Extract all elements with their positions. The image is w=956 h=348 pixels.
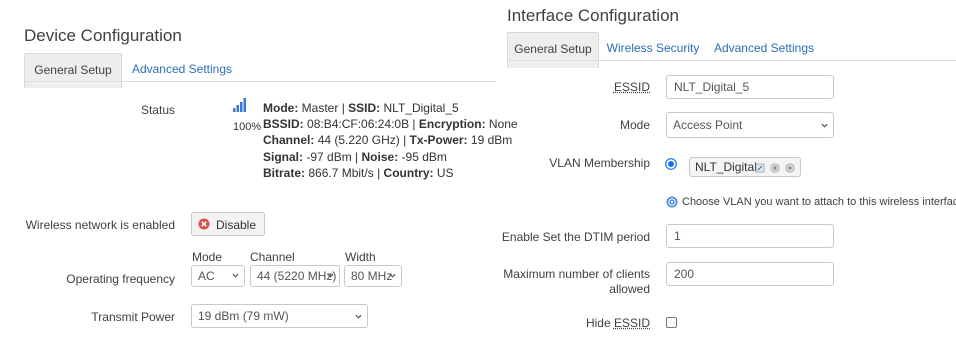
signal-value: -97 dBm bbox=[306, 149, 352, 164]
signal-percent: 100% bbox=[233, 121, 262, 133]
country-value: US bbox=[436, 165, 454, 180]
status-line-channel: Channel: 44 (5.220 GHz) | Tx-Power: 19 d… bbox=[263, 133, 513, 148]
hide-essid-label: Hide ESSID bbox=[520, 316, 650, 330]
max-clients-label: Maximum number of clients allowed bbox=[500, 267, 650, 297]
freq-mode-select[interactable]: AC bbox=[191, 265, 245, 287]
wireless-enabled-label: Wireless network is enabled bbox=[25, 218, 175, 232]
txpower-key: Tx-Power: bbox=[409, 133, 468, 148]
txpower-value: 19 dBm bbox=[470, 133, 513, 148]
max-clients-input[interactable]: 200 bbox=[666, 262, 834, 286]
status-line-bssid: BSSID: 08:B4:CF:06:24:0B | Encryption: N… bbox=[263, 117, 518, 132]
vlan-tag-label: NLT_Digital bbox=[695, 160, 757, 174]
country-key: Country: bbox=[383, 165, 434, 180]
interface-config-title: Interface Configuration bbox=[507, 6, 679, 25]
tab-general-setup[interactable]: General Setup bbox=[24, 53, 122, 88]
ssid-key: SSID: bbox=[348, 101, 381, 115]
transmit-power-select[interactable]: 19 dBm (79 mW) bbox=[191, 304, 368, 328]
max-clients-label-line2: allowed bbox=[609, 282, 650, 296]
dtim-label: Enable Set the DTIM period bbox=[501, 230, 650, 244]
mode-key: Mode: bbox=[263, 101, 299, 115]
status-line-mode: Mode: Master | SSID: NLT_Digital_5 bbox=[263, 101, 459, 115]
network-icon bbox=[755, 162, 765, 173]
bssid-value: 08:B4:CF:06:24:0B bbox=[307, 117, 410, 132]
freq-mode-label: Mode bbox=[192, 250, 223, 264]
tab-general-setup[interactable]: General Setup bbox=[507, 32, 599, 68]
freq-channel-select[interactable]: 44 (5220 MHz) bbox=[250, 265, 340, 287]
dtim-input[interactable]: 1 bbox=[666, 224, 834, 248]
essid-input[interactable]: NLT_Digital_5 bbox=[666, 75, 834, 99]
freq-mode-value: AC bbox=[198, 269, 215, 283]
encryption-value: None bbox=[488, 117, 518, 132]
tab-wireless-security[interactable]: Wireless Security bbox=[605, 32, 701, 67]
disable-icon bbox=[198, 218, 210, 230]
mode-value: Master bbox=[301, 101, 339, 115]
ssid-value: NLT_Digital_5 bbox=[383, 101, 459, 115]
hide-essid-label-text: Hide ESSID bbox=[585, 316, 650, 330]
noise-key: Noise: bbox=[361, 149, 399, 164]
status-details: Mode: Master | SSID: NLT_Digital_5 BSSID… bbox=[263, 100, 518, 181]
vlan-label: VLAN Membership bbox=[549, 156, 650, 170]
chevron-down-icon bbox=[821, 123, 828, 128]
freq-channel-label: Channel bbox=[250, 250, 295, 264]
vlan-tag[interactable]: NLT_Digital bbox=[689, 157, 801, 177]
transmit-power-value: 19 dBm (79 mW) bbox=[198, 309, 289, 323]
freq-width-value: 80 MHz bbox=[351, 269, 393, 283]
vlan-hint: Choose VLAN you want to attach to this w… bbox=[682, 196, 956, 208]
freq-width-label: Width bbox=[345, 250, 376, 264]
encryption-key: Encryption: bbox=[418, 117, 486, 132]
wifi-icon bbox=[770, 162, 780, 173]
wifi-icon bbox=[785, 162, 795, 173]
essid-label: ESSID bbox=[613, 80, 650, 94]
chevron-down-icon bbox=[355, 314, 362, 319]
mode-select-value: Access Point bbox=[673, 118, 743, 132]
signal-key: Signal: bbox=[263, 149, 304, 164]
tab-divider bbox=[507, 60, 956, 61]
disable-button[interactable]: Disable bbox=[191, 212, 265, 236]
chevron-down-icon bbox=[327, 273, 334, 278]
noise-value: -95 dBm bbox=[401, 149, 447, 164]
transmit-power-label: Transmit Power bbox=[91, 310, 175, 324]
hide-essid-checkbox[interactable] bbox=[666, 317, 677, 328]
device-config-title: Device Configuration bbox=[24, 26, 182, 45]
tab-advanced-settings[interactable]: Advanced Settings bbox=[712, 32, 816, 67]
tab-divider bbox=[24, 81, 496, 82]
chevron-down-icon bbox=[232, 273, 239, 278]
info-icon bbox=[666, 196, 678, 208]
status-line-signal: Signal: -97 dBm | Noise: -95 dBm bbox=[263, 149, 447, 164]
disable-button-label: Disable bbox=[216, 218, 257, 232]
max-clients-label-line1: Maximum number of clients bbox=[503, 267, 650, 281]
freq-width-select[interactable]: 80 MHz bbox=[344, 265, 402, 287]
bssid-key: BSSID: bbox=[263, 117, 304, 132]
mode-label: Mode bbox=[619, 118, 650, 132]
bitrate-key: Bitrate: bbox=[263, 165, 306, 180]
status-line-bitrate: Bitrate: 866.7 Mbit/s | Country: US bbox=[263, 165, 454, 180]
vlan-radio[interactable] bbox=[665, 158, 677, 170]
channel-key: Channel: bbox=[263, 133, 315, 148]
freq-channel-value: 44 (5220 MHz) bbox=[257, 269, 337, 283]
operating-frequency-label: Operating frequency bbox=[66, 272, 175, 286]
mode-select[interactable]: Access Point bbox=[666, 112, 834, 138]
channel-value: 44 (5.220 GHz) bbox=[317, 133, 400, 148]
bitrate-value: 866.7 Mbit/s bbox=[308, 165, 374, 180]
chevron-down-icon bbox=[389, 273, 396, 278]
status-label: Status bbox=[140, 103, 175, 117]
signal-strength-icon bbox=[232, 98, 248, 112]
